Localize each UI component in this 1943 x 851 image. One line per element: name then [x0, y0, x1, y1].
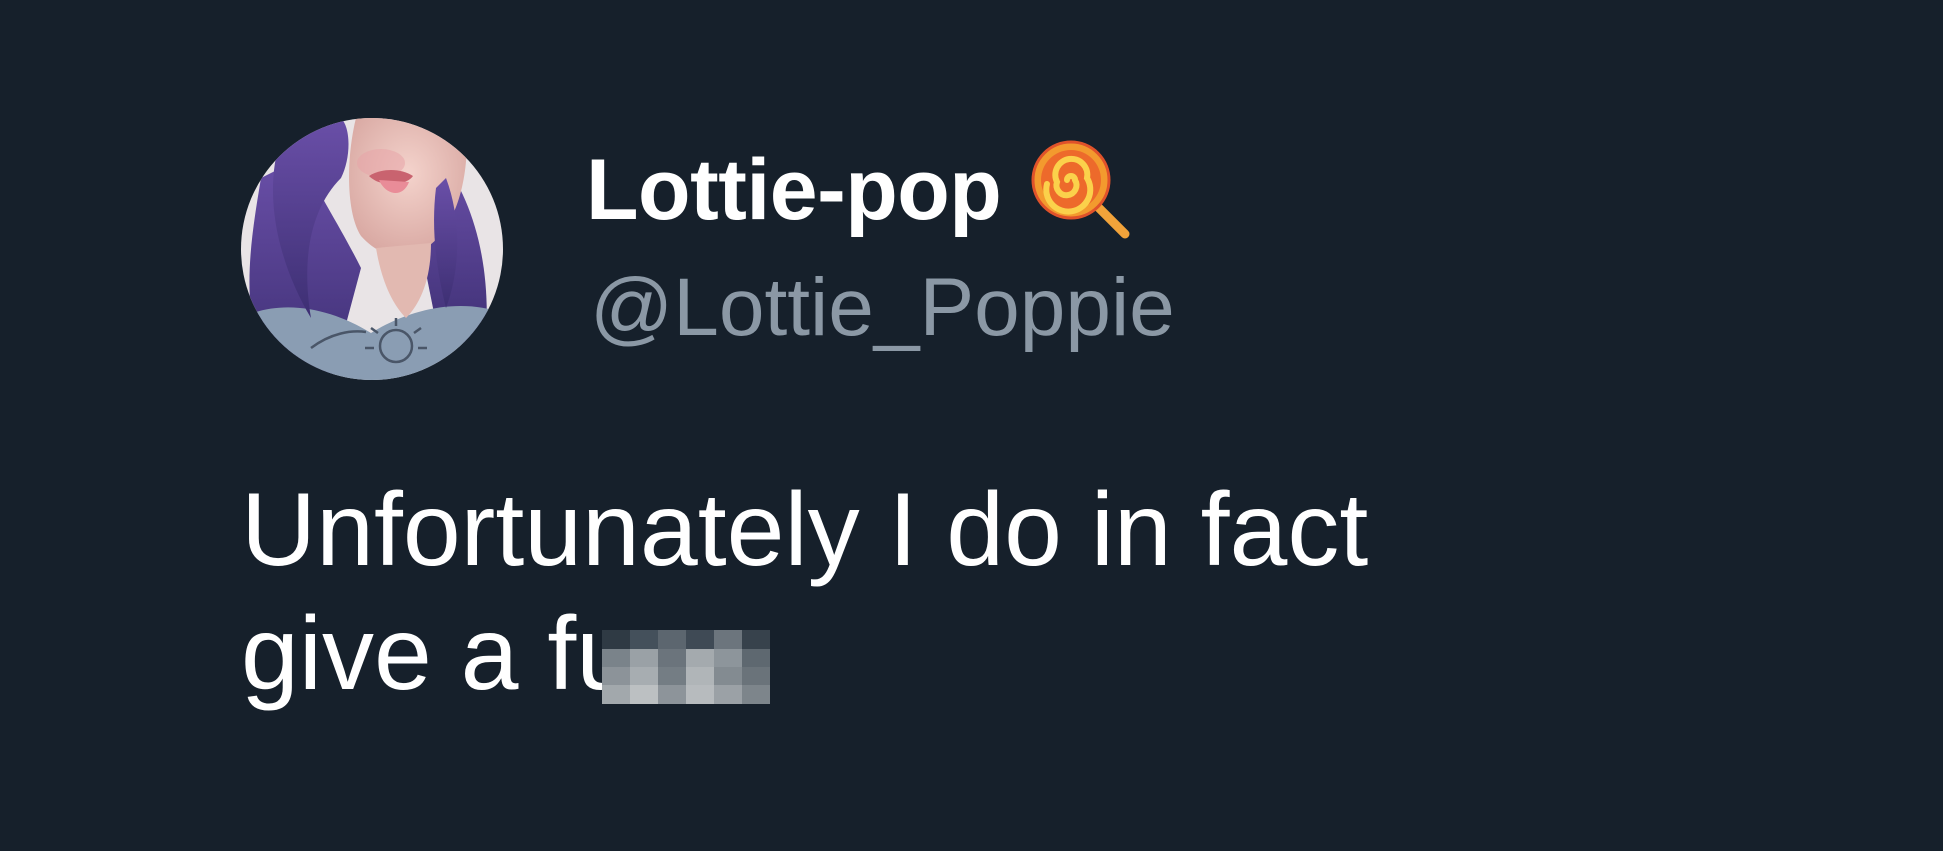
tweet-text-line-2: give a fu	[241, 596, 635, 712]
tweet-text-line-2-wrap: give a fu	[241, 592, 1368, 716]
author-display-name[interactable]: Lottie-pop	[586, 140, 1002, 240]
tweet-body: Unfortunately I do in fact give a fu	[241, 468, 1368, 716]
author-avatar[interactable]	[241, 118, 503, 380]
tweet-text-line-1: Unfortunately I do in fact	[241, 472, 1369, 588]
author-name-row[interactable]: Lottie-pop	[586, 140, 1133, 240]
lollipop-icon	[1031, 140, 1130, 239]
pixelated-censor-icon	[602, 630, 771, 704]
tweet-card: Lottie-pop @Lottie_Poppie Unfortunately …	[0, 0, 1943, 851]
profile-photo-icon	[241, 118, 503, 380]
author-handle[interactable]: @Lottie_Poppie	[590, 260, 1175, 356]
